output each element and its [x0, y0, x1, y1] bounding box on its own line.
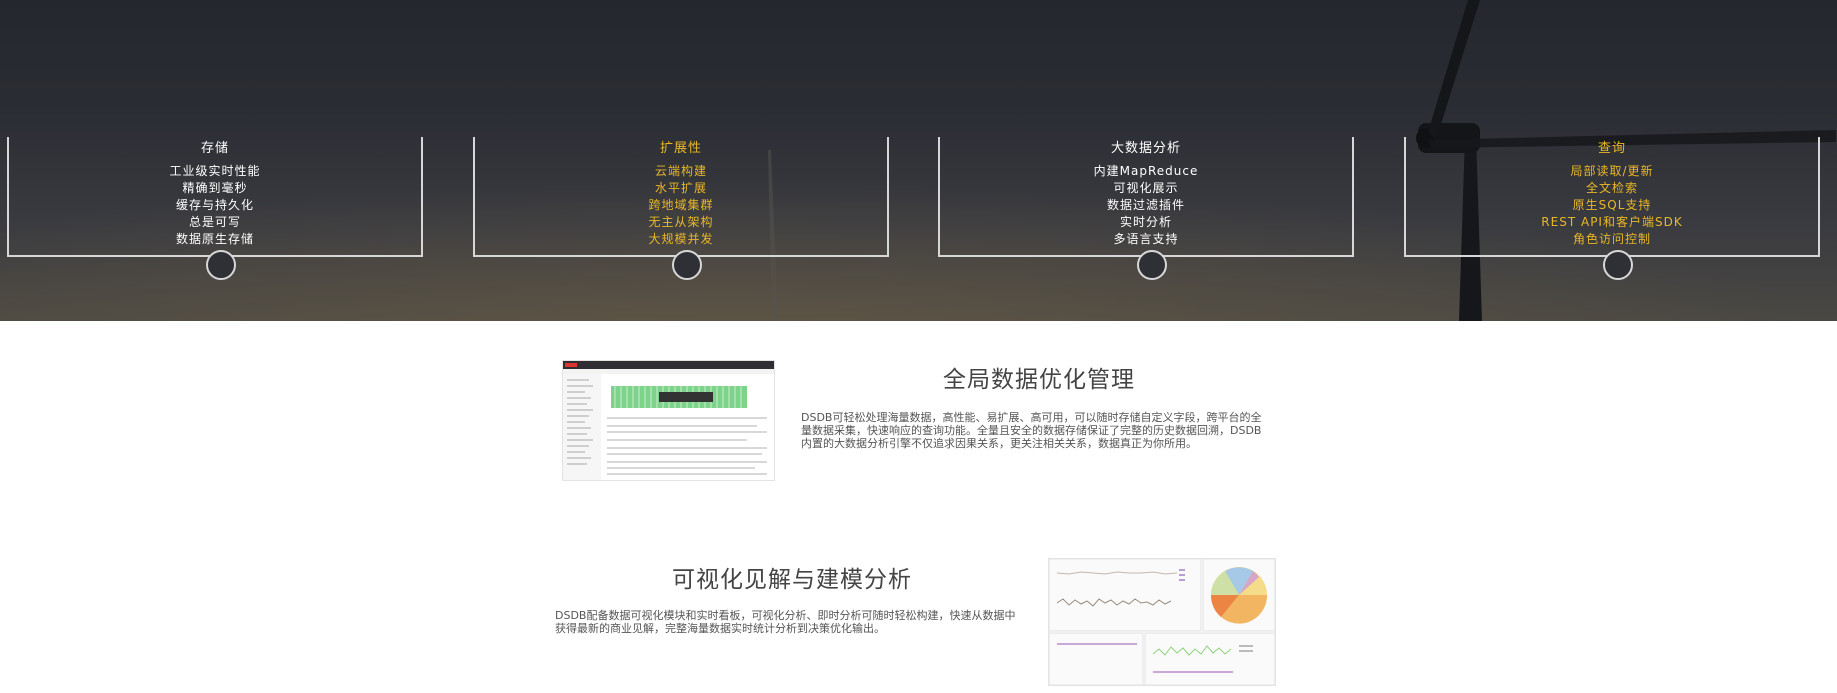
feature-item: 大规模并发 [648, 232, 714, 246]
feature-list: 云端构建 水平扩展 跨地域集群 无主从架构 大规模并发 [473, 163, 889, 248]
feature-item: 内建MapReduce [1093, 164, 1199, 178]
feature-storage: 存储 工业级实时性能 精确到毫秒 缓存与持久化 总是可写 数据原生存储 [7, 137, 425, 280]
feature-circle-icon [672, 250, 702, 280]
feature-title: 查询 [1597, 141, 1626, 156]
feature-item: 精确到毫秒 [182, 181, 248, 195]
feature-list: 局部读取/更新 全文检索 原生SQL支持 REST API和客户端SDK 角色访… [1404, 163, 1820, 248]
feature-list: 内建MapReduce 可视化展示 数据过滤插件 实时分析 多语言支持 [938, 163, 1354, 248]
feature-item: 水平扩展 [654, 181, 707, 195]
feature-item: 原生SQL支持 [1572, 198, 1652, 212]
feature-item: 无主从架构 [648, 215, 714, 229]
hero-banner: 存储 工业级实时性能 精确到毫秒 缓存与持久化 总是可写 数据原生存储 扩展性 … [0, 0, 1837, 321]
feature-item: 工业级实时性能 [169, 164, 261, 178]
dashboard-screenshot [562, 360, 775, 481]
feature-item: 数据过滤插件 [1106, 198, 1185, 212]
feature-item: 缓存与持久化 [175, 198, 254, 212]
feature-big-data-analysis: 大数据分析 内建MapReduce 可视化展示 数据过滤插件 实时分析 多语言支… [938, 137, 1356, 280]
feature-circle-icon [206, 250, 236, 280]
feature-item: 数据原生存储 [175, 232, 254, 246]
feature-item: REST API和客户端SDK [1541, 215, 1683, 229]
feature-list: 工业级实时性能 精确到毫秒 缓存与持久化 总是可写 数据原生存储 [7, 163, 423, 248]
feature-title: 存储 [200, 141, 229, 156]
feature-scalability: 扩展性 云端构建 水平扩展 跨地域集群 无主从架构 大规模并发 [473, 137, 891, 280]
feature-item: 实时分析 [1119, 215, 1172, 229]
feature-item: 局部读取/更新 [1570, 164, 1654, 178]
section-description: DSDB可轻松处理海量数据，高性能、易扩展、高可用，可以随时存储自定义字段，跨平… [801, 411, 1262, 450]
feature-item: 跨地域集群 [648, 198, 714, 212]
feature-item: 全文检索 [1585, 181, 1638, 195]
section-heading: 可视化见解与建模分析 [672, 567, 912, 593]
feature-item: 总是可写 [188, 215, 241, 229]
feature-item: 可视化展示 [1113, 181, 1179, 195]
analytics-thumbnail-image [1049, 559, 1275, 685]
analytics-screenshot [1048, 558, 1276, 686]
section-heading: 全局数据优化管理 [943, 367, 1135, 393]
feature-item: 多语言支持 [1113, 232, 1179, 246]
feature-query: 查询 局部读取/更新 全文检索 原生SQL支持 REST API和客户端SDK … [1404, 137, 1822, 280]
feature-circle-icon [1137, 250, 1167, 280]
section-description: DSDB配备数据可视化模块和实时看板，可视化分析、即时分析可随时轻松构建，快速从… [555, 609, 1016, 635]
feature-circle-icon [1603, 250, 1633, 280]
feature-title: 扩展性 [659, 141, 702, 156]
feature-item: 云端构建 [654, 164, 707, 178]
feature-item: 角色访问控制 [1572, 232, 1651, 246]
feature-title: 大数据分析 [1110, 141, 1181, 156]
dashboard-thumbnail-image [563, 361, 774, 480]
